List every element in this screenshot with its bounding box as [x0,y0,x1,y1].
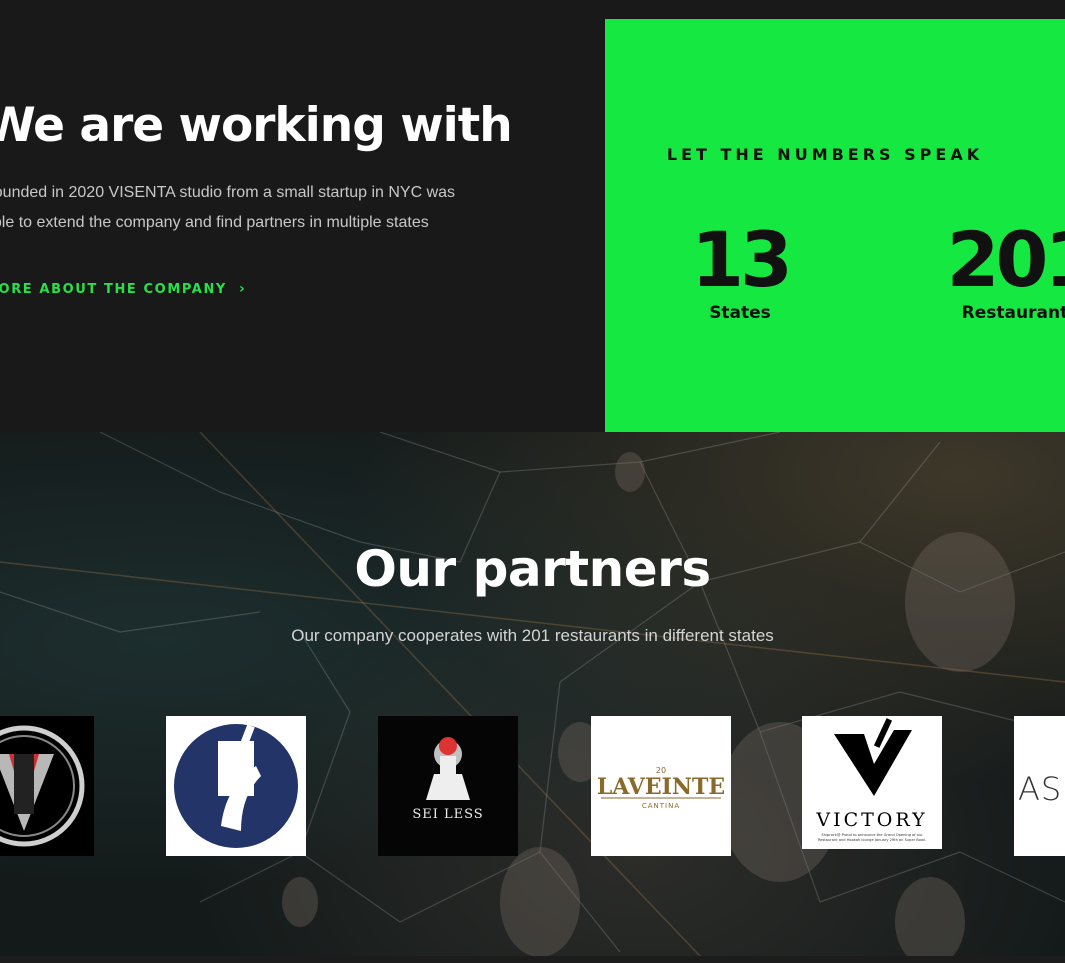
partner-logo-asi[interactable]: ASI [1014,716,1065,856]
stat-value: 13 [691,215,793,304]
v-emblem-icon [0,725,85,847]
stat-label: Restaurants [961,303,1065,323]
network-background-image [0,432,1065,956]
partner-logo-sei-less[interactable]: SEI LESS [378,716,518,856]
stat-label: States [709,303,771,323]
victory-text: VICTORY [815,809,927,831]
partner-logo-victory[interactable]: VICTORY Shiprock@ Proud to announce the … [802,716,942,849]
about-headline: We are working with [0,98,513,153]
about-description-line: able to extend the company and find part… [0,214,429,231]
chevron-right-icon: › [238,281,247,297]
stat-states: 13 States [685,215,795,324]
asi-text: ASI [1018,770,1065,808]
laveinte-logo-icon: 20 LAVEINTE CANTINA [597,766,725,810]
more-about-company-label: MORE ABOUT THE COMPANY [0,282,227,297]
partner-logo-hand[interactable] [166,716,306,856]
bottom-divider [0,956,1065,963]
partner-logo-v[interactable] [0,716,94,856]
sei-less-text: SEI LESS [412,807,483,822]
partner-logo-laveinte[interactable]: 20 LAVEINTE CANTINA [591,716,731,856]
asi-logo-icon: ASI [1018,770,1065,808]
numbers-panel: LET THE NUMBERS SPEAK 13 States 201 Rest… [605,19,1065,432]
partners-title: Our partners [354,540,711,598]
about-description: Founded in 2020 VISENTA studio from a sm… [0,178,504,238]
partners-subtitle: Our company cooperates with 201 restaura… [291,626,774,645]
about-section: We are working with Founded in 2020 VISE… [0,0,1065,432]
numbers-title: LET THE NUMBERS SPEAK [666,145,984,164]
victory-logo-icon: VICTORY Shiprock@ Proud to announce the … [815,718,927,842]
victory-tagline-line: Restaurant and Hookah lounge January 29t… [818,838,926,842]
more-about-company-link[interactable]: MORE ABOUT THE COMPANY › [0,281,246,297]
stat-value: 201 [946,215,1065,304]
stat-restaurants: 201 Restaurants [940,215,1065,324]
laveinte-text: LAVEINTE [597,774,725,800]
laveinte-sub: CANTINA [642,802,680,810]
victory-tagline-line: Shiprock@ Proud to announce the Grand Op… [821,833,923,837]
about-description-line: Founded in 2020 VISENTA studio from a sm… [0,184,456,201]
hand-logo-icon [174,724,298,848]
partners-section: Our partners Our company cooperates with… [0,432,1065,956]
sei-less-geisha-icon: SEI LESS [412,737,483,822]
